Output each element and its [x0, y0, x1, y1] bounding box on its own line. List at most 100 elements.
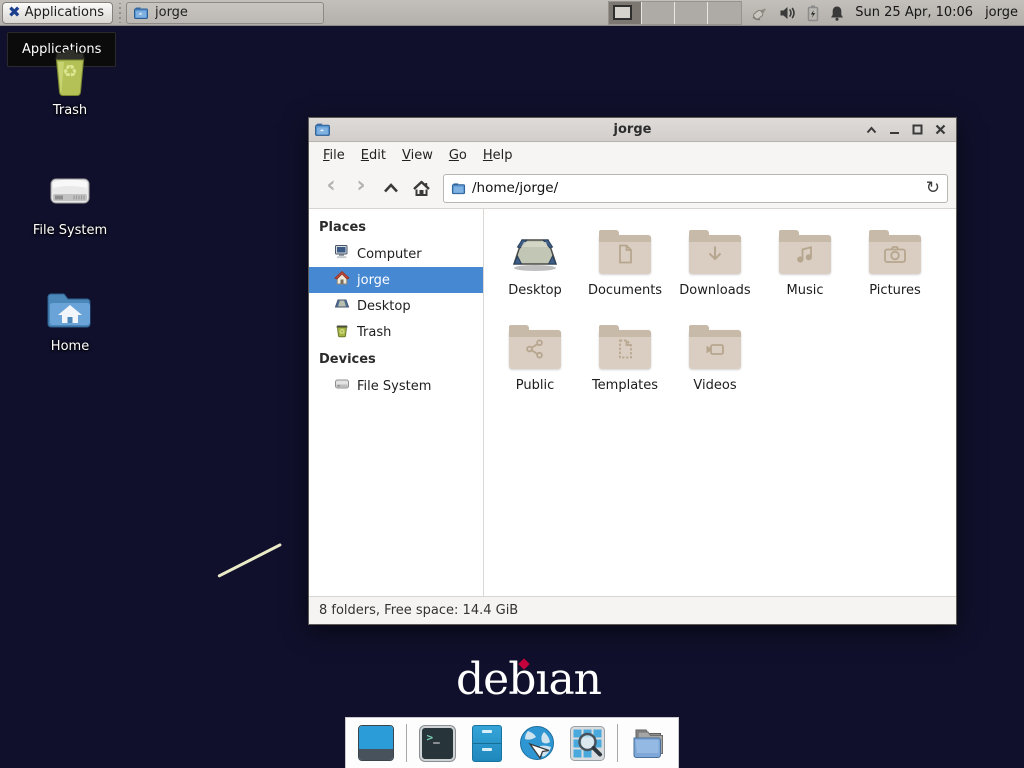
- sidebar-item-jorge[interactable]: jorge: [309, 267, 483, 293]
- file-icon-pictures[interactable]: Pictures: [850, 219, 940, 314]
- desktop-icon-trash[interactable]: ♻ Trash: [20, 46, 120, 166]
- trash-icon: ♻: [45, 46, 95, 98]
- panel-handle: [116, 3, 124, 23]
- current-path[interactable]: /home/jorge/: [472, 180, 920, 196]
- file-manager-window: jorge FileEditViewGoHelp ‹ ›: [308, 117, 957, 625]
- sidebar-item-label: Trash: [357, 325, 391, 340]
- panel-clock[interactable]: Sun 25 Apr, 10:06: [855, 5, 973, 20]
- battery-icon[interactable]: [806, 4, 820, 22]
- window-titlebar[interactable]: jorge: [309, 118, 956, 142]
- volume-icon[interactable]: [779, 4, 797, 22]
- notification-bell-icon[interactable]: [829, 4, 845, 22]
- file-label: Downloads: [679, 283, 750, 298]
- up-button[interactable]: [377, 174, 405, 202]
- download-icon: [688, 224, 742, 274]
- file-icon-documents[interactable]: Documents: [580, 219, 670, 314]
- applications-menu-button[interactable]: ✖ Applications: [2, 2, 113, 24]
- shade-button[interactable]: [863, 122, 879, 138]
- file-icon-templates[interactable]: Templates: [580, 314, 670, 409]
- status-bar: 8 folders, Free space: 14.4 GiB: [309, 596, 956, 624]
- svg-text:♻: ♻: [62, 62, 77, 82]
- menu-edit[interactable]: Edit: [353, 144, 394, 167]
- file-label: Desktop: [508, 283, 562, 298]
- svg-text:♻: ♻: [339, 328, 345, 336]
- file-icon-music[interactable]: Music: [760, 219, 850, 314]
- workspace-pager: [608, 1, 742, 25]
- sidebar-item-file-system[interactable]: File System: [309, 373, 483, 399]
- path-bar[interactable]: /home/jorge/ ↻: [443, 174, 948, 203]
- workspace-2[interactable]: [642, 2, 675, 24]
- bottom-dock: >_: [345, 717, 679, 768]
- maximize-button[interactable]: [909, 122, 925, 138]
- toolbar: ‹ › /home/jorge/ ↻: [309, 168, 956, 209]
- dock-separator: [406, 724, 407, 762]
- drive-icon: [44, 166, 96, 218]
- network-cable-icon[interactable]: [750, 4, 770, 22]
- file-label: Videos: [693, 378, 736, 393]
- panel-username[interactable]: jorge: [985, 5, 1018, 20]
- menu-view[interactable]: View: [394, 144, 441, 167]
- music-icon: [778, 224, 832, 274]
- desktop-icon-file-system[interactable]: File System: [20, 166, 120, 286]
- desktop-special-icon: [508, 224, 562, 274]
- sidebar-item-desktop[interactable]: Desktop: [309, 293, 483, 319]
- file-label: Documents: [588, 283, 662, 298]
- sidebar-item-computer[interactable]: Computer: [309, 241, 483, 267]
- file-label: Public: [516, 378, 554, 393]
- sidebar-header-places: Places: [309, 213, 483, 241]
- close-button[interactable]: [932, 122, 948, 138]
- template-icon: [598, 319, 652, 369]
- sidebar: PlacesComputer jorge Desktop ♻ Trash Devices F…: [309, 209, 484, 596]
- dock-separator: [617, 724, 618, 762]
- desktop-icon-home[interactable]: Home: [20, 286, 120, 406]
- sidebar-item-label: File System: [357, 379, 431, 394]
- dock-directory-menu-icon[interactable]: [628, 723, 668, 763]
- desktop-icon-label: Trash: [53, 103, 87, 118]
- path-folder-icon: [451, 181, 466, 196]
- taskbar-window-label: jorge: [155, 5, 188, 20]
- window-controls: [863, 122, 956, 138]
- dock-terminal-icon[interactable]: >_: [417, 723, 457, 763]
- file-label: Music: [787, 283, 824, 298]
- cursor-trail: [217, 543, 282, 578]
- system-tray: [750, 4, 845, 22]
- share-icon: [508, 319, 562, 369]
- dock-show-desktop-icon[interactable]: [356, 723, 396, 763]
- menu-bar: FileEditViewGoHelp: [309, 142, 956, 168]
- workspace-3[interactable]: [675, 2, 708, 24]
- sidebar-item-trash[interactable]: ♻ Trash: [309, 319, 483, 345]
- menu-file[interactable]: File: [315, 144, 353, 167]
- file-icon-public[interactable]: Public: [490, 314, 580, 409]
- file-icon-videos[interactable]: Videos: [670, 314, 760, 409]
- dock-app-finder-icon[interactable]: [567, 723, 607, 763]
- sidebar-header-devices: Devices: [309, 345, 483, 373]
- reload-icon[interactable]: ↻: [926, 180, 940, 197]
- window-folder-icon: [133, 5, 149, 21]
- workspace-4[interactable]: [708, 2, 741, 24]
- dock-web-browser-icon[interactable]: [517, 723, 557, 763]
- back-button[interactable]: ‹: [317, 174, 345, 202]
- dock-file-manager-icon[interactable]: [467, 723, 507, 763]
- desktop-icon-label: Home: [51, 339, 89, 354]
- taskbar-window-button[interactable]: jorge: [126, 2, 324, 24]
- trash-icon: ♻: [334, 322, 350, 342]
- sidebar-item-label: jorge: [357, 273, 390, 288]
- debian-logo: debıan: [456, 658, 601, 702]
- desktop-icon-area: ♻ Trash File System Home: [20, 46, 120, 406]
- drive-icon: [334, 376, 350, 396]
- window-title-folder-icon: [314, 121, 331, 138]
- home-button[interactable]: [407, 174, 435, 202]
- file-icon-view[interactable]: Desktop Documents Downloads Music Pictures Pu…: [484, 209, 956, 596]
- applications-menu-label: Applications: [25, 5, 104, 20]
- file-icon-desktop[interactable]: Desktop: [490, 219, 580, 314]
- forward-button[interactable]: ›: [347, 174, 375, 202]
- menu-help[interactable]: Help: [475, 144, 521, 167]
- camera-icon: [868, 224, 922, 274]
- home-icon: [334, 270, 350, 290]
- workspace-1[interactable]: [609, 2, 642, 24]
- file-icon-downloads[interactable]: Downloads: [670, 219, 760, 314]
- xfce-logo-icon: ✖: [8, 5, 21, 20]
- minimize-button[interactable]: [886, 122, 902, 138]
- top-panel: ✖ Applications jorge: [0, 0, 1024, 26]
- menu-go[interactable]: Go: [441, 144, 475, 167]
